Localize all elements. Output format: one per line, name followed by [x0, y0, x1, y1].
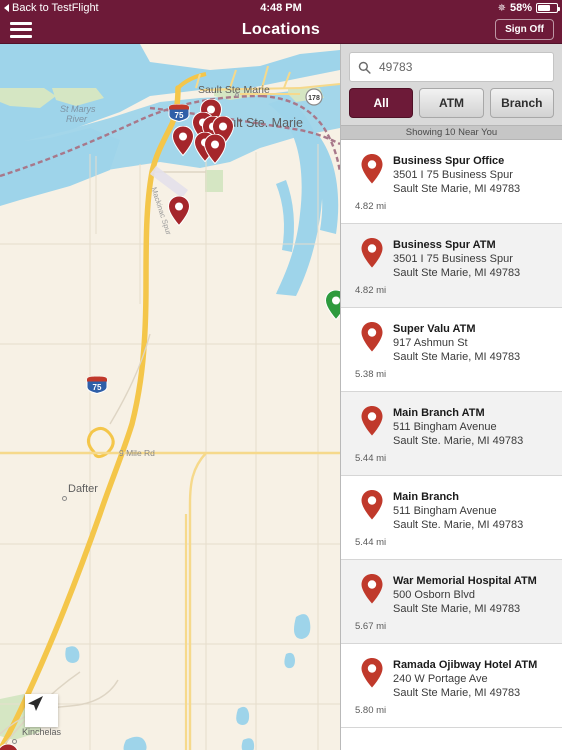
list-item[interactable]: Super Valu ATM 917 Ashmun St Sault Ste M…	[341, 308, 562, 392]
map-pin-icon[interactable]	[203, 133, 227, 165]
map-view[interactable]: St Marys River Sault Ste Marie Sault Ste…	[0, 44, 340, 750]
list-item-text: Business Spur ATM 3501 I 75 Business Spu…	[393, 236, 520, 307]
list-item-name: War Memorial Hospital ATM	[393, 575, 537, 587]
svg-text:75: 75	[93, 383, 102, 392]
bluetooth-icon: ✵	[497, 2, 506, 14]
list-item-text: Main Branch 511 Bingham Avenue Sault Ste…	[393, 488, 523, 559]
svg-text:75: 75	[175, 111, 184, 120]
svg-text:178: 178	[308, 95, 320, 102]
list-item-address-line2: Sault Ste Marie, MI 49783	[393, 603, 521, 615]
search-box[interactable]	[349, 52, 554, 82]
search-container	[341, 44, 562, 88]
list-item-address-line1: 511 Bingham Avenue	[393, 505, 497, 517]
navigation-arrow-icon	[28, 696, 43, 711]
list-item-pin	[351, 152, 393, 223]
map-pin-icon	[361, 154, 383, 184]
map-pin-icon[interactable]	[0, 743, 19, 750]
list-item-distance: 4.82 mi	[355, 285, 387, 296]
list-item-text: Ramada Ojibway Hotel ATM 240 W Portage A…	[393, 656, 537, 727]
list-item-pin	[351, 488, 393, 559]
list-item-text: War Memorial Hospital ATM 500 Osborn Blv…	[393, 572, 537, 643]
list-item[interactable]: Business Spur ATM 3501 I 75 Business Spu…	[341, 224, 562, 308]
list-item-address-line2: Sault Ste Marie, MI 49783	[393, 267, 521, 279]
map-pin-icon	[361, 322, 383, 352]
filter-segmented-control: All ATM Branch	[341, 88, 562, 125]
status-bar-right: ✵ 58%	[498, 2, 562, 14]
list-item-distance: 5.44 mi	[355, 537, 387, 548]
list-item-distance: 4.82 mi	[355, 201, 387, 212]
list-item[interactable]: Main Branch ATM 511 Bingham Avenue Sault…	[341, 392, 562, 476]
map-pin-icon	[361, 574, 383, 604]
list-item[interactable]: Business Spur Office 3501 I 75 Business …	[341, 140, 562, 224]
status-bar: Back to TestFlight 4:48 PM ✵ 58%	[0, 0, 562, 16]
map-pin-icon[interactable]	[167, 195, 191, 227]
list-item-pin	[351, 236, 393, 307]
locations-screen: Back to TestFlight 4:48 PM ✵ 58% Locatio…	[0, 0, 562, 750]
list-item-text: Main Branch ATM 511 Bingham Avenue Sault…	[393, 404, 523, 475]
list-item-distance: 5.67 mi	[355, 621, 387, 632]
list-item-distance: 5.80 mi	[355, 705, 387, 716]
list-item-address-line1: 3501 I 75 Business Spur	[393, 169, 513, 181]
map-pin-icon	[361, 406, 383, 436]
search-input[interactable]	[379, 60, 545, 74]
list-item-address-line1: 500 Osborn Blvd	[393, 589, 475, 601]
town-dot-icon	[62, 496, 67, 501]
list-item-name: Business Spur Office	[393, 155, 505, 167]
list-item-name: Main Branch ATM	[393, 407, 485, 419]
map-canvas	[0, 44, 340, 750]
list-item-name: Super Valu ATM	[393, 323, 476, 335]
battery-icon	[536, 3, 560, 13]
map-pin-icon	[361, 238, 383, 268]
list-item-address-line1: 3501 I 75 Business Spur	[393, 253, 513, 265]
list-item-address-line2: Sault Ste Marie, MI 49783	[393, 183, 521, 195]
locate-me-button[interactable]	[25, 694, 58, 727]
list-item-address-line1: 917 Ashmun St	[393, 337, 468, 349]
list-item-address-line2: Sault Ste. Marie, MI 49783	[393, 435, 524, 447]
map-pin-icon[interactable]	[171, 125, 195, 157]
results-count-label: Showing 10 Near You	[341, 125, 562, 140]
status-bar-time: 4:48 PM	[260, 2, 302, 14]
list-item-address-line2: Sault Ste. Marie, MI 49783	[393, 519, 524, 531]
list-item-distance: 5.44 mi	[355, 453, 387, 464]
navigation-bar: Locations Sign Off	[0, 16, 562, 44]
list-item-name: Ramada Ojibway Hotel ATM	[393, 659, 538, 671]
list-item-address-line1: 511 Bingham Avenue	[393, 421, 497, 433]
list-item-pin	[351, 572, 393, 643]
locations-list[interactable]: Business Spur Office 3501 I 75 Business …	[341, 140, 562, 750]
search-icon	[358, 61, 371, 74]
list-item[interactable]: War Memorial Hospital ATM 500 Osborn Blv…	[341, 560, 562, 644]
list-item-address-line1: 240 W Portage Ave	[393, 673, 488, 685]
list-item-pin	[351, 656, 393, 727]
locations-panel: All ATM Branch Showing 10 Near You Busin…	[340, 44, 562, 750]
list-item-distance: 5.38 mi	[355, 369, 387, 380]
filter-atm-button[interactable]: ATM	[419, 88, 484, 118]
list-item-name: Main Branch	[393, 491, 460, 503]
map-pin-icon	[361, 658, 383, 688]
map-pin-icon	[361, 490, 383, 520]
list-item-pin	[351, 320, 393, 391]
list-item-name: Business Spur ATM	[393, 239, 496, 251]
list-item-text: Super Valu ATM 917 Ashmun St Sault Ste M…	[393, 320, 520, 391]
list-item[interactable]: Ramada Ojibway Hotel ATM 240 W Portage A…	[341, 644, 562, 728]
filter-all-button[interactable]: All	[349, 88, 414, 118]
list-item-address-line2: Sault Ste Marie, MI 49783	[393, 687, 521, 699]
town-dot-icon	[235, 93, 239, 97]
list-item[interactable]: Main Branch 511 Bingham Avenue Sault Ste…	[341, 476, 562, 560]
page-title: Locations	[241, 20, 321, 38]
map-pin-icon[interactable]	[324, 289, 340, 321]
sign-off-button[interactable]: Sign Off	[495, 19, 554, 40]
battery-percent-label: 58%	[509, 2, 532, 14]
list-item-text: Business Spur Office 3501 I 75 Business …	[393, 152, 520, 223]
list-item-address-line2: Sault Ste Marie, MI 49783	[393, 351, 521, 363]
list-item-pin	[351, 404, 393, 475]
filter-branch-button[interactable]: Branch	[489, 88, 554, 118]
